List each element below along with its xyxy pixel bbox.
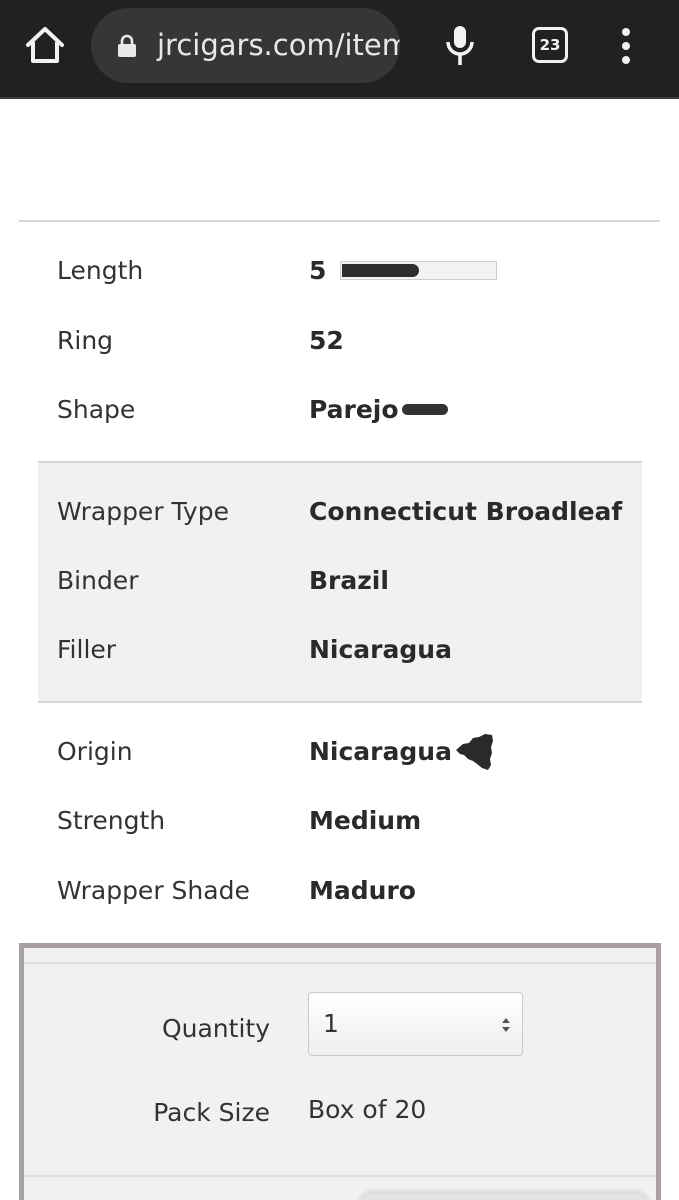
filler-value: Nicaragua: [309, 635, 452, 664]
url-text: jrcigars.com/item: [157, 28, 400, 62]
home-icon[interactable]: [24, 24, 66, 66]
wrapper-type-value: Connecticut Broadleaf: [309, 497, 623, 526]
binder-label: Binder: [57, 566, 139, 595]
ring-label: Ring: [57, 326, 114, 355]
tab-switcher-button[interactable]: 23: [532, 27, 568, 63]
wrapper-type-label: Wrapper Type: [57, 497, 229, 526]
origin-label: Origin: [57, 737, 133, 766]
filler-label: Filler: [57, 635, 117, 664]
nicaragua-map-icon: [455, 733, 495, 771]
length-value: 5: [309, 256, 327, 285]
panel-divider: [24, 962, 656, 964]
pack-size-label: Pack Size: [153, 1098, 270, 1127]
binder-value: Brazil: [309, 566, 389, 595]
purchase-panel: Quantity 1 Pack Size Box of 20: [19, 943, 661, 1200]
length-label: Length: [57, 256, 144, 285]
quantity-value: 1: [323, 1009, 339, 1038]
more-vert-icon[interactable]: [614, 24, 638, 68]
wrapper-shade-value: Maduro: [309, 876, 416, 905]
shape-label: Shape: [57, 395, 136, 424]
quantity-select[interactable]: 1: [308, 992, 523, 1056]
wrapper-shade-label: Wrapper Shade: [57, 876, 250, 905]
shape-value: Parejo: [309, 395, 399, 424]
parejo-shape-icon: [402, 404, 448, 415]
panel-divider: [24, 1175, 656, 1177]
add-to-cart-button-partial[interactable]: [359, 1194, 649, 1200]
quantity-label: Quantity: [161, 1014, 270, 1043]
microphone-icon[interactable]: [444, 24, 476, 68]
length-bar: [340, 261, 497, 280]
pack-size-value: Box of 20: [308, 1095, 427, 1124]
length-bar-fill: [342, 264, 419, 277]
ring-value: 52: [309, 326, 344, 355]
browser-toolbar: jrcigars.com/item 23: [0, 0, 679, 99]
select-arrows-icon: [502, 1018, 510, 1032]
lock-icon: [117, 34, 137, 58]
address-bar[interactable]: jrcigars.com/item: [91, 8, 400, 83]
section-divider: [19, 220, 660, 222]
strength-label: Strength: [57, 806, 166, 835]
strength-value: Medium: [309, 806, 422, 835]
origin-value: Nicaragua: [309, 737, 452, 766]
